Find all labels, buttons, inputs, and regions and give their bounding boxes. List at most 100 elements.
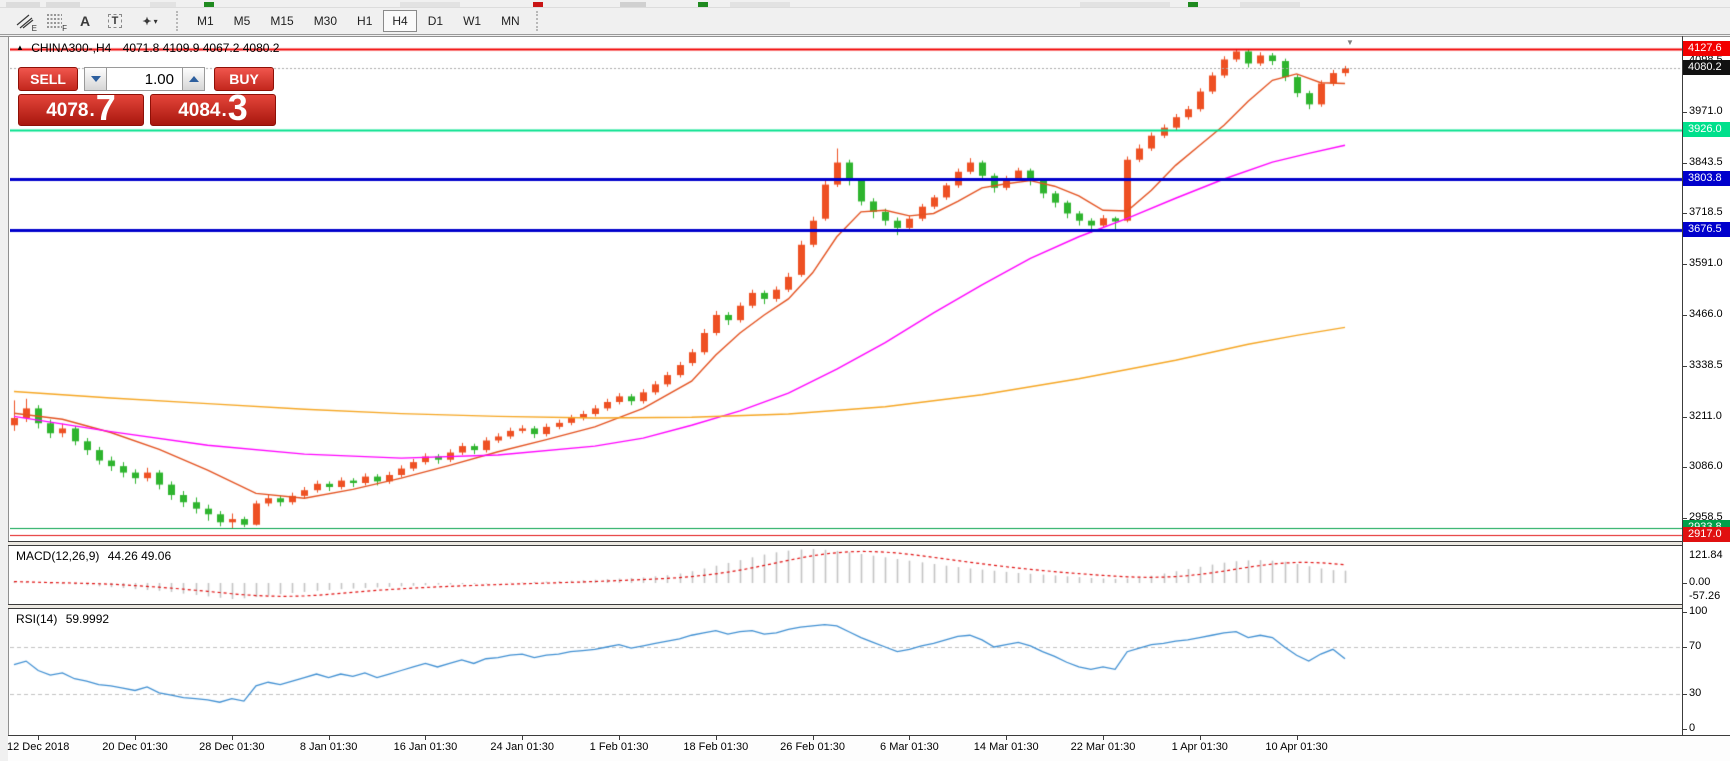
- ohlc-values: 4071.8 4109.9 4067.2 4080.2: [123, 41, 280, 55]
- price-tick: [1682, 467, 1687, 468]
- fibonacci-retracement-tool-button[interactable]: F: [40, 10, 70, 33]
- toolbar-fragment: [730, 2, 790, 7]
- rsi-current-value: 59.9992: [66, 612, 109, 626]
- date-tick: [1103, 736, 1104, 740]
- price-tick-label: 3971.0: [1689, 105, 1723, 117]
- trading-terminal: E F A T ✦ ▾ M1M5M15M3: [0, 0, 1730, 761]
- rsi-level-label: 0: [1689, 722, 1695, 734]
- timeframe-button-M30[interactable]: M30: [305, 10, 346, 32]
- decimal-dot: .: [221, 98, 226, 124]
- date-tick: [716, 736, 717, 740]
- sell-price-display[interactable]: 4078 . 7: [18, 94, 144, 126]
- price-badge: 3676.5: [1683, 222, 1730, 237]
- rsi-indicator-canvas[interactable]: [10, 609, 1682, 735]
- text-label-tool-button[interactable]: T: [100, 10, 130, 33]
- window-expand-icon[interactable]: ▲: [16, 43, 24, 52]
- decimal-dot: .: [89, 98, 94, 124]
- timeframe-button-M15[interactable]: M15: [261, 10, 302, 32]
- timeframe-button-W1[interactable]: W1: [454, 10, 490, 32]
- price-axis-line: [1682, 36, 1683, 735]
- date-tick: [1297, 736, 1298, 740]
- date-tick-label: 18 Feb 01:30: [683, 741, 748, 753]
- toolbar-fragment: [150, 2, 176, 7]
- price-badge: 2917.0: [1683, 527, 1730, 542]
- rsi-level-label: 30: [1689, 687, 1701, 699]
- price-tick: [1682, 213, 1687, 214]
- toolbar-separator: [536, 11, 541, 31]
- price-tick: [1682, 315, 1687, 316]
- symbol-period-label: CHINA300-,H4: [31, 41, 111, 55]
- volume-increase-button[interactable]: [182, 67, 205, 91]
- date-tick-label: 8 Jan 01:30: [300, 741, 358, 753]
- macd-axis-label: -57.26: [1689, 590, 1720, 602]
- buy-price-int: 4084: [178, 98, 220, 124]
- toolbar-fragment: [46, 2, 80, 7]
- price-tick: [1682, 366, 1687, 367]
- macd-axis-label: 0.00: [1689, 576, 1710, 588]
- date-tick-label: 20 Dec 01:30: [102, 741, 167, 753]
- equidistant-channel-tool-button[interactable]: E: [10, 10, 40, 33]
- one-click-trading-panel: SELL BUY 4078 . 7 4084 . 3: [14, 65, 278, 127]
- price-tick-label: 3338.5: [1689, 359, 1723, 371]
- buy-price-display[interactable]: 4084 . 3: [150, 94, 276, 126]
- price-tick: [1682, 518, 1687, 519]
- macd-name: MACD(12,26,9): [16, 549, 99, 563]
- timeframe-button-H4[interactable]: H4: [383, 10, 416, 32]
- date-tick: [1006, 736, 1007, 740]
- macd-current-values: 44.26 49.06: [108, 549, 171, 563]
- macd-indicator-canvas[interactable]: [10, 546, 1682, 604]
- toolbar-fragment: [698, 2, 708, 7]
- arrows-tool-button[interactable]: ✦ ▾: [130, 10, 170, 33]
- toolbar-fragment: [620, 2, 646, 7]
- price-tick-label: 3591.0: [1689, 257, 1723, 269]
- toolbar-fragment: [400, 2, 460, 7]
- rsi-level-label: 100: [1689, 605, 1707, 617]
- date-tick: [38, 736, 39, 740]
- timeframe-button-H1[interactable]: H1: [348, 10, 381, 32]
- price-badge: 3926.0: [1683, 122, 1730, 137]
- chevron-down-icon: ▾: [154, 17, 158, 26]
- macd-axis-label: 121.84: [1689, 549, 1723, 561]
- drawing-tools-group: E F A T ✦ ▾: [10, 10, 170, 33]
- date-tick: [909, 736, 910, 740]
- rsi-level-tick: [1682, 612, 1687, 613]
- price-tick: [1682, 163, 1687, 164]
- price-tick: [1682, 112, 1687, 113]
- date-tick-label: 28 Dec 01:30: [199, 741, 264, 753]
- tool-sub-label: F: [62, 24, 67, 33]
- date-tick-label: 24 Jan 01:30: [490, 741, 554, 753]
- date-tick: [329, 736, 330, 740]
- rsi-level-tick: [1682, 647, 1687, 648]
- sell-price-int: 4078: [46, 98, 88, 124]
- chart-shift-marker[interactable]: ▼: [1346, 38, 1354, 47]
- price-tick-label: 3466.0: [1689, 308, 1723, 320]
- price-tick-label: 3086.0: [1689, 460, 1723, 472]
- volume-input[interactable]: [107, 67, 182, 91]
- date-tick-label: 1 Feb 01:30: [590, 741, 649, 753]
- text-tool-button[interactable]: A: [70, 10, 100, 33]
- toolbar-fragment: [1188, 2, 1198, 7]
- toolbar: E F A T ✦ ▾ M1M5M15M3: [0, 8, 1730, 35]
- price-badge: 4080.2: [1683, 60, 1730, 75]
- chart-window-border: [8, 36, 9, 761]
- timeframe-button-MN[interactable]: MN: [492, 10, 529, 32]
- date-tick: [135, 736, 136, 740]
- timeframe-button-D1[interactable]: D1: [419, 10, 452, 32]
- rsi-name: RSI(14): [16, 612, 57, 626]
- date-tick: [232, 736, 233, 740]
- sell-button[interactable]: SELL: [18, 67, 78, 91]
- toolbar-fragment: [1080, 2, 1170, 7]
- clipped-toolbar-row: [0, 0, 1730, 8]
- date-tick-label: 10 Apr 01:30: [1265, 741, 1327, 753]
- rsi-indicator-label: RSI(14) 59.9992: [16, 612, 109, 626]
- rsi-level-tick: [1682, 694, 1687, 695]
- timeframe-button-M5[interactable]: M5: [225, 10, 260, 32]
- macd-indicator-label: MACD(12,26,9) 44.26 49.06: [16, 549, 171, 563]
- sell-price-frac: 7: [96, 92, 116, 124]
- date-axis[interactable]: 12 Dec 201820 Dec 01:3028 Dec 01:308 Jan…: [8, 735, 1730, 761]
- price-badge: 3803.8: [1683, 171, 1730, 186]
- timeframe-button-M1[interactable]: M1: [188, 10, 223, 32]
- buy-price-frac: 3: [228, 92, 248, 124]
- date-tick-label: 1 Apr 01:30: [1172, 741, 1228, 753]
- macd-zero-tick: [1682, 583, 1687, 584]
